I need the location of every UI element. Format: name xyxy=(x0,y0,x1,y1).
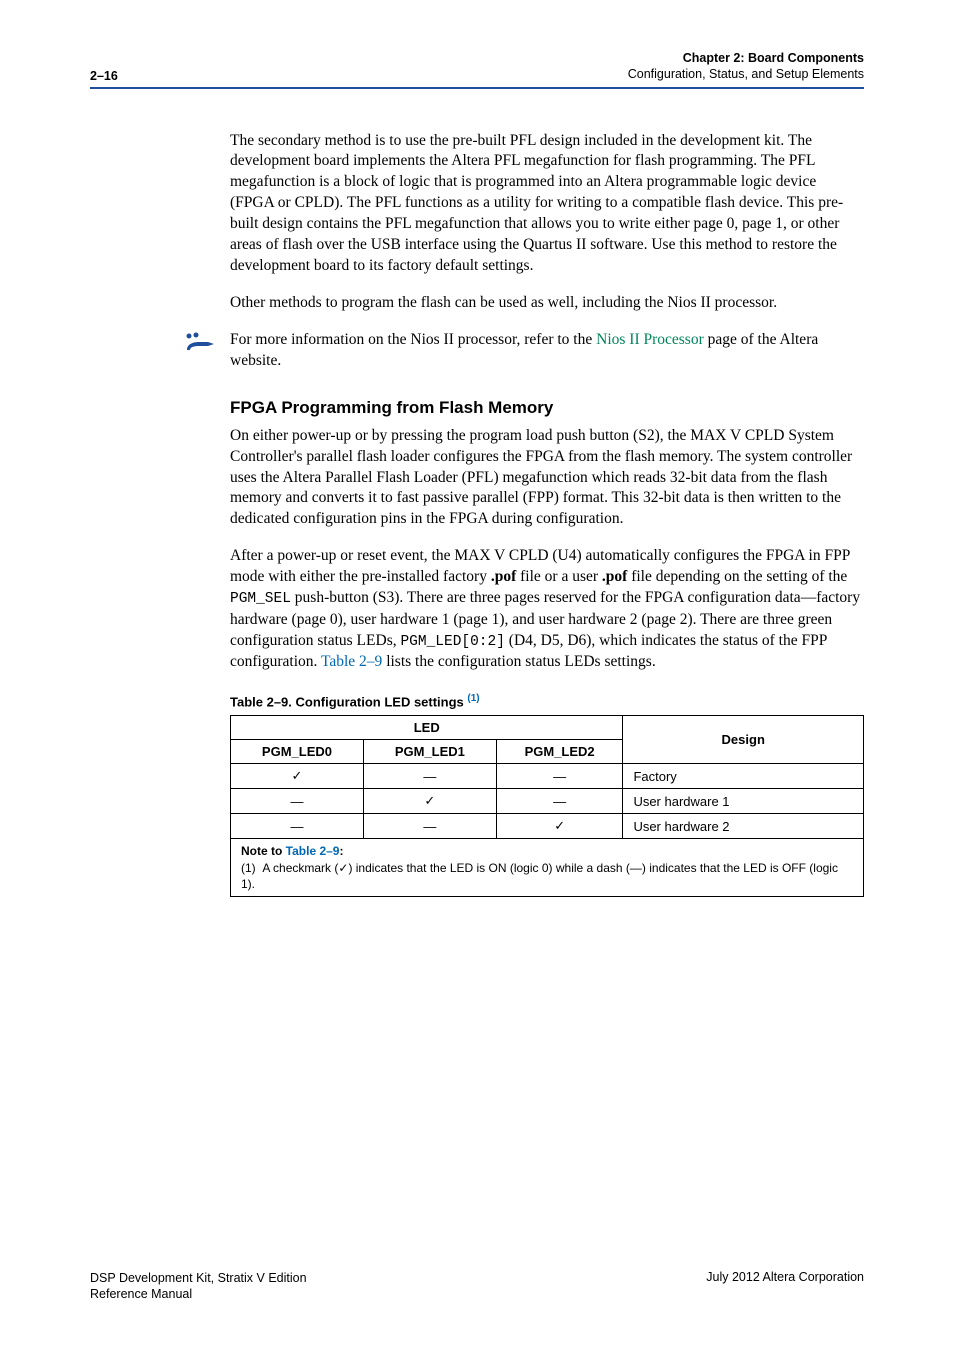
hand-point-icon xyxy=(186,332,216,354)
p4-pof1: .pof xyxy=(491,568,516,585)
cell: ✓ xyxy=(231,764,364,789)
footer-left: DSP Development Kit, Stratix V Edition R… xyxy=(90,1270,307,1303)
page-footer: DSP Development Kit, Stratix V Edition R… xyxy=(90,1270,864,1303)
cell: — xyxy=(363,764,496,789)
note-head-post: : xyxy=(339,844,343,858)
p4-f: lists the configuration status LEDs sett… xyxy=(382,653,655,670)
subheading-fpga-programming: FPGA Programming from Flash Memory xyxy=(230,398,864,418)
note-head-pre: Note to xyxy=(241,844,286,858)
paragraph-2: Other methods to program the flash can b… xyxy=(230,293,864,314)
table-caption: Table 2–9. Configuration LED settings (1… xyxy=(230,693,864,709)
footer-doc-title: DSP Development Kit, Stratix V Edition xyxy=(90,1270,307,1286)
p4-b: file or a user xyxy=(516,568,602,585)
config-led-table: LED Design PGM_LED0 PGM_LED1 PGM_LED2 ✓ … xyxy=(230,715,864,897)
cell: ✓ xyxy=(363,789,496,814)
paragraph-4: After a power-up or reset event, the MAX… xyxy=(230,546,864,673)
col-group-led: LED xyxy=(231,716,623,740)
cell-design: Factory xyxy=(623,764,864,789)
table-header-row-1: LED Design xyxy=(231,716,864,740)
col-led0: PGM_LED0 xyxy=(231,740,364,764)
note-head-link[interactable]: Table 2–9 xyxy=(286,844,340,858)
footer-right: July 2012 Altera Corporation xyxy=(706,1270,864,1303)
page-number: 2–16 xyxy=(90,69,118,83)
header-right: Chapter 2: Board Components Configuratio… xyxy=(628,50,864,83)
table-note-cell: Note to Table 2–9: (1) A checkmark (✓) i… xyxy=(231,839,864,897)
table-row: — ✓ — User hardware 1 xyxy=(231,789,864,814)
chapter-title: Chapter 2: Board Components xyxy=(628,50,864,66)
page-header: 2–16 Chapter 2: Board Components Configu… xyxy=(90,50,864,87)
table-row: ✓ — — Factory xyxy=(231,764,864,789)
note-num: (1) xyxy=(241,861,256,875)
p4-code1: PGM_SEL xyxy=(230,591,291,607)
cell: — xyxy=(363,814,496,839)
cell: — xyxy=(496,789,623,814)
note-check: ✓ xyxy=(338,861,348,875)
p4-pof2: .pof xyxy=(602,568,627,585)
cell: — xyxy=(231,814,364,839)
caption-sup[interactable]: (1) xyxy=(467,693,479,704)
table-note-row: Note to Table 2–9: (1) A checkmark (✓) i… xyxy=(231,839,864,897)
p4-c: file depending on the setting of the xyxy=(627,568,847,585)
cell-design: User hardware 2 xyxy=(623,814,864,839)
chapter-subtitle: Configuration, Status, and Setup Element… xyxy=(628,66,864,82)
cell: — xyxy=(231,789,364,814)
cell-design: User hardware 1 xyxy=(623,789,864,814)
info-callout: For more information on the Nios II proc… xyxy=(230,330,864,372)
table-row: — — ✓ User hardware 2 xyxy=(231,814,864,839)
footer-doc-sub: Reference Manual xyxy=(90,1286,307,1302)
p4-code2: PGM_LED[0:2] xyxy=(400,634,504,650)
col-design: Design xyxy=(623,716,864,764)
paragraph-3: On either power-up or by pressing the pr… xyxy=(230,426,864,531)
cell: — xyxy=(496,764,623,789)
cell: ✓ xyxy=(496,814,623,839)
col-led2: PGM_LED2 xyxy=(496,740,623,764)
info-pre: For more information on the Nios II proc… xyxy=(230,331,596,348)
col-led1: PGM_LED1 xyxy=(363,740,496,764)
paragraph-1: The secondary method is to use the pre-b… xyxy=(230,131,864,277)
nios-link[interactable]: Nios II Processor xyxy=(596,331,704,348)
note-pre: A checkmark ( xyxy=(262,861,338,875)
caption-text: Table 2–9. Configuration LED settings xyxy=(230,694,467,709)
p4-table-link[interactable]: Table 2–9 xyxy=(321,653,382,670)
info-text: For more information on the Nios II proc… xyxy=(230,330,864,372)
